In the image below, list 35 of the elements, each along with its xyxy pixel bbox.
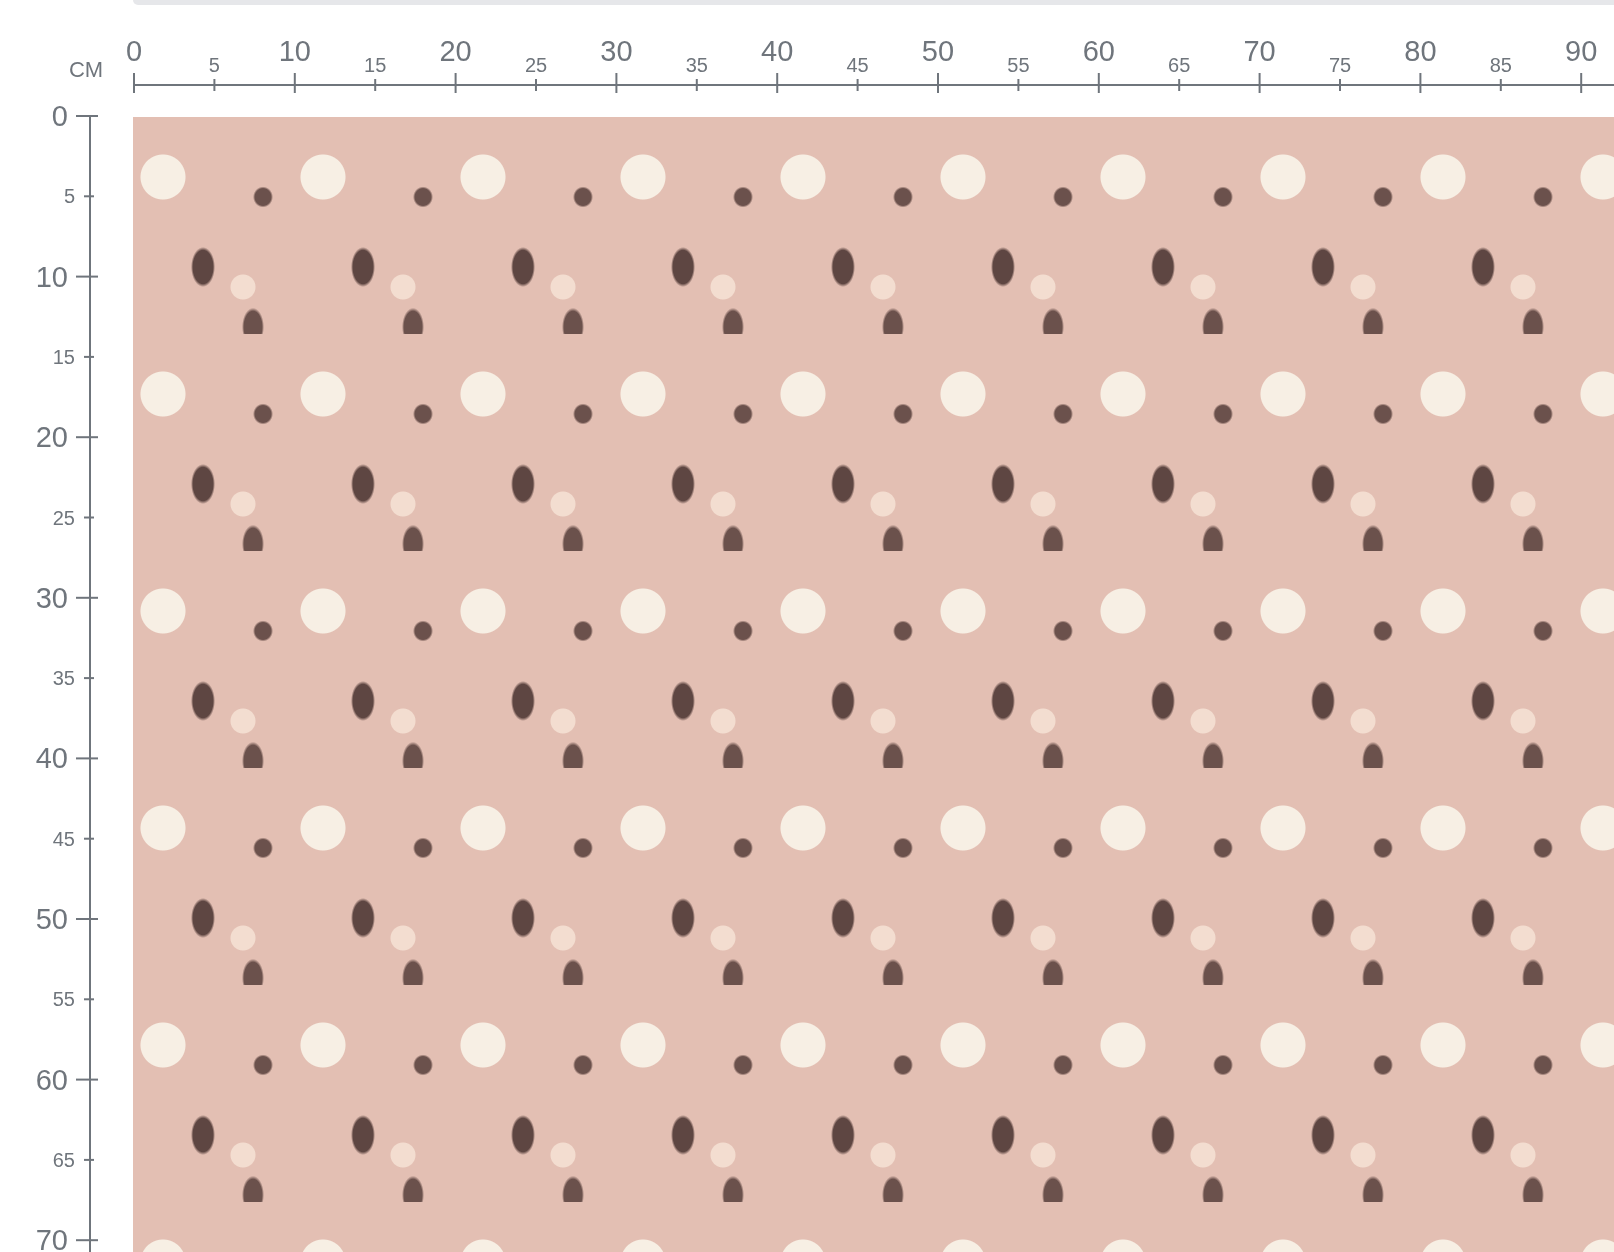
ruler-label: 75 [1328, 54, 1352, 76]
ruler-label: 65 [1168, 54, 1191, 76]
ruler-label: 5 [63, 185, 75, 208]
ruler-label: 50 [921, 35, 955, 67]
ruler-label: 5 [208, 54, 220, 76]
ruler-label: 30 [35, 581, 68, 614]
ruler-label: 25 [524, 54, 548, 76]
ruler-label: 35 [685, 54, 708, 76]
ruler-label: 80 [1404, 35, 1437, 67]
ruler-label: 50 [35, 903, 68, 935]
ruler-label: 60 [1082, 35, 1115, 67]
ruler-label: 90 [1565, 35, 1598, 67]
ruler-label: 45 [846, 54, 869, 76]
ruler-label: 60 [35, 1063, 68, 1096]
ruler-label: 0 [51, 100, 68, 132]
ruler-label: 70 [1243, 35, 1276, 67]
ruler-label: 40 [35, 742, 68, 775]
ruler-label: 70 [35, 1224, 68, 1252]
ruler-label: 30 [600, 35, 633, 67]
ruler-label: 85 [1489, 54, 1512, 76]
ruler-label: 10 [278, 35, 311, 67]
unit-label: CM [68, 57, 104, 82]
ruler-label: 45 [52, 827, 75, 850]
ruler-label: 0 [125, 35, 143, 67]
ruler-label: 40 [761, 35, 794, 67]
ruler-label: 15 [52, 345, 75, 368]
ruler-label: 10 [35, 260, 68, 293]
ruler-label: 20 [439, 35, 472, 67]
ruler-label: 55 [1007, 54, 1030, 76]
ruler-label: 55 [52, 988, 75, 1011]
ruler-label: 25 [52, 506, 75, 529]
ruler-label: 15 [364, 54, 387, 76]
ruler-label: 20 [35, 421, 68, 454]
ruler-label: 65 [52, 1148, 75, 1171]
ruler-label: 35 [52, 667, 75, 690]
